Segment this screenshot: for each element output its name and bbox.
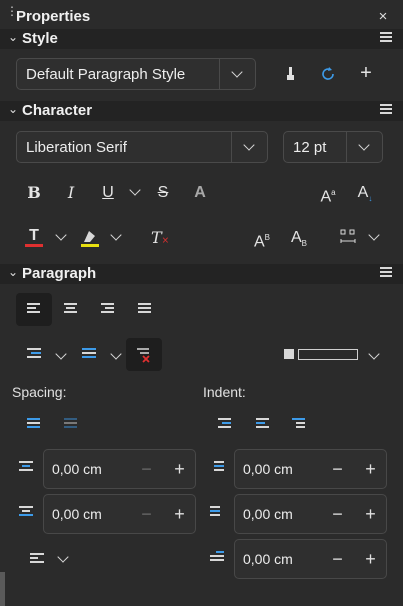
before-indent-spinner[interactable]: 0,00 cm − + (234, 449, 387, 489)
above-spacing-icon (19, 461, 33, 473)
indent-label: Indent: (203, 384, 246, 400)
decrease-indent-icon[interactable] (256, 418, 269, 430)
underline-icon[interactable]: U (99, 183, 117, 203)
chevron-down-icon: ⌄ (8, 265, 19, 279)
below-spacing-decrement: − (141, 504, 152, 524)
background-color-swatch[interactable] (298, 349, 358, 360)
panel-titlebar: ⋮ Properties × (0, 0, 403, 32)
subscript-icon[interactable]: A↓ (357, 183, 373, 209)
section-header-style[interactable]: ⌄ Style (0, 29, 403, 49)
chevron-down-icon[interactable] (129, 184, 141, 196)
chevron-down-icon (243, 139, 255, 151)
background-icon[interactable] (284, 349, 294, 359)
chevron-down-icon: ⌄ (8, 30, 19, 44)
menu-icon[interactable] (380, 32, 392, 44)
paragraph-style-value: Default Paragraph Style (26, 66, 186, 83)
highlight-icon[interactable] (80, 228, 100, 248)
align-center-icon[interactable] (64, 303, 77, 315)
after-indent-increment[interactable]: + (354, 495, 387, 533)
chevron-down-icon (231, 66, 243, 78)
decrease-spacing-icon (64, 418, 77, 430)
font-color-icon[interactable]: T (24, 228, 44, 248)
strikethrough-icon[interactable]: S (154, 183, 172, 203)
above-spacing-spinner[interactable]: 0,00 cm − + (43, 449, 196, 489)
scrollbar-fragment[interactable] (0, 572, 5, 606)
font-size-combo[interactable]: 12 pt (283, 131, 383, 163)
below-spacing-icon (19, 506, 33, 518)
below-spacing-value[interactable]: 0,00 cm (52, 506, 102, 522)
align-left-button[interactable] (16, 293, 52, 326)
align-left-icon (27, 303, 40, 315)
chevron-down-icon[interactable] (55, 229, 67, 241)
before-indent-value[interactable]: 0,00 cm (243, 461, 293, 477)
section-header-character[interactable]: ⌄ Character (0, 101, 403, 121)
clear-format-icon[interactable]: T× (151, 228, 169, 251)
font-name-combo[interactable]: Liberation Serif (16, 131, 268, 163)
line-spacing-icon[interactable] (30, 553, 44, 565)
first-line-indent-increment[interactable]: + (354, 540, 387, 578)
bold-icon[interactable]: B (25, 183, 43, 203)
first-line-indent-value[interactable]: 0,00 cm (243, 551, 293, 567)
after-indent-value[interactable]: 0,00 cm (243, 506, 293, 522)
paragraph-style-combo[interactable]: Default Paragraph Style (16, 58, 256, 90)
grip-icon[interactable]: ⋮ (6, 5, 18, 23)
no-list-icon (137, 348, 150, 363)
section-label-style: Style (22, 30, 58, 47)
hanging-indent-icon[interactable] (292, 418, 305, 430)
close-icon[interactable]: × (372, 6, 394, 28)
refresh-icon[interactable] (320, 66, 336, 82)
numbering-icon[interactable] (82, 348, 96, 360)
first-line-indent-icon (210, 551, 224, 563)
brush-icon[interactable] (284, 66, 298, 82)
chevron-down-icon (358, 139, 370, 151)
first-line-indent-decrement[interactable]: − (321, 540, 354, 578)
below-spacing-increment[interactable]: + (163, 495, 196, 533)
above-spacing-decrement: − (141, 459, 152, 479)
shadow-icon[interactable]: A (191, 183, 209, 203)
before-indent-icon (210, 461, 224, 473)
section-label-paragraph: Paragraph (22, 265, 97, 282)
justify-icon[interactable] (138, 303, 151, 315)
align-right-icon[interactable] (101, 303, 114, 315)
menu-icon[interactable] (380, 267, 392, 279)
no-list-button[interactable] (126, 338, 162, 371)
font-name-value: Liberation Serif (26, 139, 127, 156)
chevron-down-icon[interactable] (368, 229, 380, 241)
font-size-dropdown[interactable] (346, 132, 382, 162)
above-spacing-value[interactable]: 0,00 cm (52, 461, 102, 477)
before-indent-decrement[interactable]: − (321, 450, 354, 488)
after-indent-spinner[interactable]: 0,00 cm − + (234, 494, 387, 534)
spacing-label: Spacing: (12, 384, 67, 400)
first-line-indent-spinner[interactable]: 0,00 cm − + (234, 539, 387, 579)
font-size-value: 12 pt (293, 139, 327, 156)
superscript-icon[interactable]: Aa (320, 183, 336, 207)
chevron-down-icon[interactable] (55, 348, 67, 360)
before-indent-increment[interactable]: + (354, 450, 387, 488)
superscript-icon[interactable]: AB (254, 228, 270, 252)
chevron-down-icon[interactable] (368, 348, 380, 360)
font-color-swatch (25, 244, 43, 247)
chevron-down-icon[interactable] (57, 551, 69, 563)
subscript-icon[interactable]: AB (291, 228, 307, 254)
section-header-paragraph[interactable]: ⌄ Paragraph (0, 264, 403, 284)
char-spacing-icon[interactable] (340, 229, 356, 245)
increase-indent-icon[interactable] (218, 418, 231, 430)
chevron-down-icon: ⌄ (8, 102, 19, 116)
chevron-down-icon[interactable] (110, 348, 122, 360)
chevron-down-icon[interactable] (110, 229, 122, 241)
highlight-swatch (81, 244, 99, 247)
plus-icon[interactable]: + (356, 62, 376, 85)
after-indent-decrement[interactable]: − (321, 495, 354, 533)
after-indent-icon (210, 506, 224, 518)
increase-spacing-icon[interactable] (27, 418, 40, 430)
italic-icon[interactable]: I (62, 183, 80, 203)
panel-title: Properties (16, 8, 91, 25)
menu-icon[interactable] (380, 104, 392, 116)
bullets-icon[interactable] (27, 348, 41, 360)
below-spacing-spinner[interactable]: 0,00 cm − + (43, 494, 196, 534)
font-name-dropdown[interactable] (231, 132, 267, 162)
paragraph-style-dropdown[interactable] (219, 59, 255, 89)
section-label-character: Character (22, 102, 93, 119)
above-spacing-increment[interactable]: + (163, 450, 196, 488)
